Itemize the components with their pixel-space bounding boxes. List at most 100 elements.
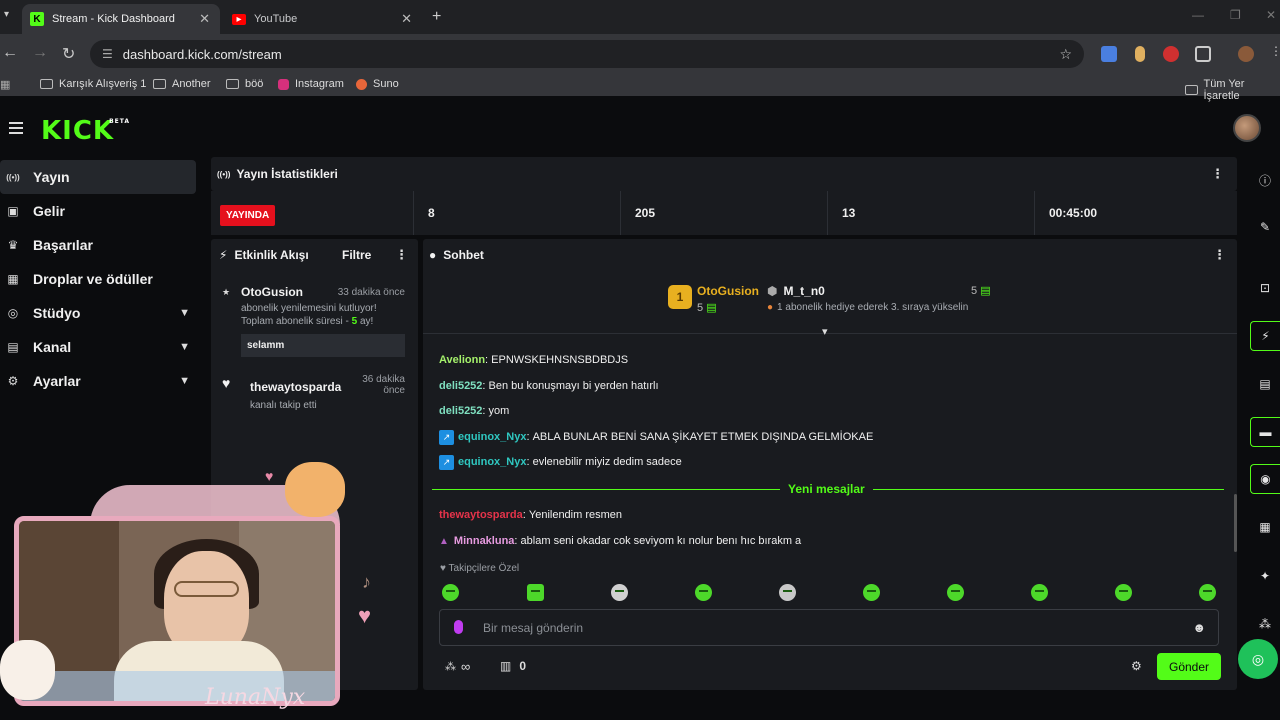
emote-icon[interactable] — [527, 584, 544, 601]
emote-icon[interactable] — [863, 584, 880, 601]
new-tab-icon[interactable]: + — [432, 8, 441, 26]
chat-icon[interactable]: ▬ — [1250, 417, 1280, 447]
emote-icon[interactable] — [442, 584, 459, 601]
bookmark-star-icon[interactable]: ☆ — [1059, 46, 1072, 63]
chat-username[interactable]: Minnakluna — [454, 535, 515, 547]
channel-points[interactable]: ⁂ ∞ — [445, 659, 470, 674]
close-tab-icon[interactable]: ✕ — [199, 11, 210, 27]
lightning-icon: ⚡ — [219, 248, 228, 262]
rank-badge: 1 — [668, 285, 692, 309]
wrench-icon[interactable]: ✦ — [1250, 561, 1280, 591]
chat-username[interactable]: equinox_Nyx — [458, 431, 526, 443]
emote-icon[interactable] — [947, 584, 964, 601]
tab-search-icon[interactable]: ▾ — [4, 9, 9, 20]
reload-icon[interactable]: ↻ — [62, 44, 75, 64]
layout-icon[interactable]: ▦ — [1250, 512, 1280, 542]
emote-icon[interactable] — [1031, 584, 1048, 601]
leaderboard-note: ● 1 abonelik hediye ederek 3. sıraya yüks… — [767, 302, 969, 313]
emote-icon[interactable] — [1115, 584, 1132, 601]
forward-icon[interactable]: → — [32, 44, 48, 62]
extensions-puzzle-icon[interactable] — [1195, 46, 1211, 62]
extension-icon[interactable] — [1135, 46, 1145, 62]
bookmarks-bar: ▦ Karışık Alışveriş 1 Another böö Instag… — [0, 74, 1280, 102]
sidebar-item-kanal[interactable]: ▤ Kanal ▼ — [0, 330, 205, 364]
collapse-leaderboard-icon[interactable]: ▾ — [822, 325, 828, 338]
sidebar-item-label: Gelir — [33, 203, 65, 219]
sidebar-item-gelir[interactable]: ▣ Gelir — [0, 194, 205, 228]
points-icon[interactable]: ⁂ — [1250, 609, 1280, 639]
emoji-picker-icon[interactable]: ☻ — [1192, 620, 1206, 635]
chevron-down-icon[interactable]: ▼ — [179, 375, 190, 387]
bookmark-folder[interactable]: Karışık Alışveriş 1 — [40, 78, 146, 90]
minimize-icon[interactable]: — — [1192, 8, 1204, 22]
microphone-icon[interactable] — [454, 620, 463, 634]
leaderboard-first-user[interactable]: OtoGusion — [697, 284, 759, 298]
tab-youtube[interactable]: ▸ YouTube ✕ — [224, 4, 422, 34]
sidebar-item-studyo[interactable]: ◎ Stüdyo ▼ — [0, 296, 205, 330]
all-bookmarks-folder[interactable]: Tüm Yer İşaretle — [1185, 78, 1280, 102]
music-note-icon: ♪ — [362, 572, 371, 592]
close-window-icon[interactable]: ✕ — [1266, 8, 1276, 22]
profile-icon[interactable] — [1238, 46, 1254, 62]
back-icon[interactable]: ← — [2, 44, 18, 62]
user-avatar[interactable] — [1233, 114, 1261, 142]
tab-kick-dashboard[interactable]: K Stream - Kick Dashboard ✕ — [22, 4, 220, 34]
sidebar-item-yayin[interactable]: ((•)) Yayın — [0, 160, 196, 194]
url-text: dashboard.kick.com/stream — [122, 46, 282, 62]
sidebar-item-basarilar[interactable]: ♛ Başarılar — [0, 228, 205, 262]
broadcast-icon: ((•)) — [6, 172, 20, 182]
chevron-down-icon[interactable]: ▼ — [179, 341, 190, 353]
star-icon: ★ — [222, 287, 231, 297]
maximize-icon[interactable]: ❐ — [1230, 8, 1241, 22]
translate-extension-icon[interactable] — [1101, 46, 1117, 62]
send-button[interactable]: Gönder — [1157, 653, 1221, 680]
support-headset-icon[interactable]: ◎ — [1238, 639, 1278, 679]
activity-lightning-icon[interactable]: ⚡ — [1250, 321, 1280, 351]
stats-menu-icon[interactable]: ⋮ — [1211, 166, 1224, 182]
activity-feed-title: ⚡ Etkinlik Akışı — [219, 248, 309, 262]
edit-pencil-icon[interactable]: ✎ — [1250, 212, 1280, 242]
leaderboard-gifter[interactable]: ⬢ M_t_n0 — [767, 284, 825, 298]
site-info-icon[interactable]: ☰ — [102, 47, 113, 61]
emote-icon[interactable] — [779, 584, 796, 601]
chat-username[interactable]: equinox_Nyx — [458, 456, 526, 468]
revenue-icon: ▣ — [7, 204, 19, 218]
bookmark-suno[interactable]: Suno — [356, 78, 399, 90]
document-icon[interactable]: ▤ — [1250, 369, 1280, 399]
activity-menu-icon[interactable]: ⋮ — [395, 247, 408, 263]
sidebar-item-ayarlar[interactable]: ⚙ Ayarlar ▼ — [0, 364, 205, 398]
emote-icon[interactable] — [1199, 584, 1216, 601]
kick-logo[interactable]: KICK BETA — [41, 116, 129, 146]
chevron-down-icon[interactable]: ▼ — [179, 307, 190, 319]
chat-message: ↗ equinox_Nyx: ABLA BUNLAR BENİ SANA ŞİKA… — [439, 429, 873, 445]
chat-username[interactable]: deli5252 — [439, 405, 482, 417]
url-field[interactable]: ☰ dashboard.kick.com/stream ☆ — [90, 40, 1084, 68]
chat-username[interactable]: Avelionn — [439, 354, 485, 366]
filter-button[interactable]: Filtre — [342, 248, 371, 262]
menu-icon[interactable]: ⋮ — [1270, 44, 1280, 58]
sidebar-item-droplar[interactable]: ▦ Droplar ve ödüller — [0, 262, 205, 296]
extension-icon[interactable] — [1163, 46, 1179, 62]
chat-username[interactable]: deli5252 — [439, 380, 482, 392]
chat-message: deli5252: Ben bu konuşmayı bi yerden hat… — [439, 380, 659, 392]
event-time: 33 dakika önce — [337, 287, 405, 298]
close-tab-icon[interactable]: ✕ — [401, 11, 412, 27]
rank-shield-icon: ⬢ — [767, 284, 778, 298]
bookmark-folder[interactable]: Another — [153, 78, 211, 90]
info-icon[interactable]: ⓘ — [1250, 165, 1280, 195]
chat-settings-gear-icon[interactable]: ⚙ — [1131, 659, 1142, 673]
emote-icon[interactable] — [695, 584, 712, 601]
broadcast-icon[interactable]: ◉ — [1250, 464, 1280, 494]
chat-scrollbar[interactable] — [1234, 494, 1237, 552]
chat-message: thewaytosparda: Yenilendim resmen — [439, 509, 623, 521]
chat-menu-icon[interactable]: ⋮ — [1213, 247, 1226, 263]
apps-grid-icon[interactable]: ▦ — [0, 78, 10, 91]
screenshot-icon[interactable]: ⊡ — [1250, 273, 1280, 303]
bookmark-folder[interactable]: böö — [226, 78, 263, 90]
hamburger-menu-icon[interactable] — [9, 122, 23, 137]
chat-message-input[interactable]: Bir mesaj gönderin ☻ — [439, 609, 1219, 646]
bookmark-instagram[interactable]: Instagram — [278, 78, 344, 90]
store-count[interactable]: ▥ 0 — [500, 659, 526, 673]
emote-icon[interactable] — [611, 584, 628, 601]
chat-username[interactable]: thewaytosparda — [439, 509, 523, 521]
